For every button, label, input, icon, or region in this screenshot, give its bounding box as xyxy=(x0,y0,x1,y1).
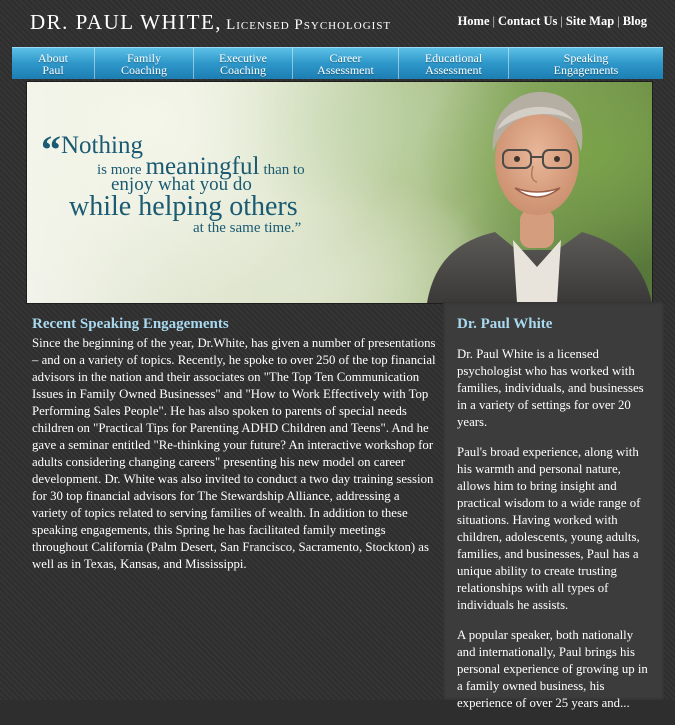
hero-banner: “Nothing is more meaningful than to enjo… xyxy=(26,81,653,304)
portrait-photo xyxy=(427,91,652,303)
recent-speaking-heading: Recent Speaking Engagements xyxy=(32,316,229,332)
top-links: Home | Contact Us | Site Map | Blog xyxy=(458,14,647,29)
nav-item-career-assessment[interactable]: Career Assessment xyxy=(293,48,399,79)
site-logo[interactable]: DR. PAUL WHITE, Licensed Psychologist xyxy=(30,10,391,35)
bio-text: Dr. Paul White is a licensed psychologis… xyxy=(457,346,653,725)
link-separator: | xyxy=(617,14,620,28)
nav-item-label: Paul xyxy=(42,62,64,77)
nav-item-speaking-engagements[interactable]: Speaking Engagements xyxy=(509,48,663,79)
link-separator: | xyxy=(560,14,563,28)
quote-open-mark: “ xyxy=(41,127,61,172)
quote-word: than to xyxy=(263,162,305,178)
site-header: DR. PAUL WHITE, Licensed Psychologist Ho… xyxy=(0,0,675,46)
site-map-link[interactable]: Site Map xyxy=(566,14,614,28)
quote-close-mark: ” xyxy=(294,220,302,236)
page: DR. PAUL WHITE, Licensed Psychologist Ho… xyxy=(0,0,675,710)
nav-item-about-paul[interactable]: About Paul xyxy=(12,48,95,79)
blog-link[interactable]: Blog xyxy=(623,14,647,28)
nav-item-label: Assessment xyxy=(425,62,482,77)
nav-item-family-coaching[interactable]: Family Coaching xyxy=(95,48,194,79)
main-content: Recent Speaking Engagements Since the be… xyxy=(32,316,438,573)
bio-paragraph: Dr. Paul White is a licensed psychologis… xyxy=(457,347,644,429)
main-nav: About Paul Family Coaching Executive Coachi… xyxy=(12,47,663,79)
bio-paragraph: A popular speaker, both nationally and i… xyxy=(457,628,648,710)
home-link[interactable]: Home xyxy=(458,14,490,28)
link-separator: | xyxy=(492,14,496,28)
nav-item-label: Coaching xyxy=(219,62,266,77)
nav-item-educational-assessment[interactable]: Educational Assessment xyxy=(399,48,509,79)
contact-us-link[interactable]: Contact Us xyxy=(498,14,557,28)
bio-sidebar: Dr. Paul White Dr. Paul White is a licen… xyxy=(443,302,664,710)
logo-subtitle: Licensed Psychologist xyxy=(226,17,392,33)
speaking-body-text: Since the beginning of the year, Dr.Whit… xyxy=(32,336,436,571)
bio-heading: Dr. Paul White xyxy=(457,316,553,332)
nav-item-label: Engagements xyxy=(553,62,619,77)
nav-item-label: Coaching xyxy=(121,62,167,77)
nav-item-label: Assessment xyxy=(317,62,374,77)
quote-word: while helping others xyxy=(69,191,298,222)
logo-name: DR. PAUL WHITE, xyxy=(30,10,223,34)
bio-paragraph: Paul's broad experience, along with his … xyxy=(457,445,641,612)
quote-word: at the same time. xyxy=(193,220,295,236)
nav-item-executive-coaching[interactable]: Executive Coaching xyxy=(194,48,293,79)
